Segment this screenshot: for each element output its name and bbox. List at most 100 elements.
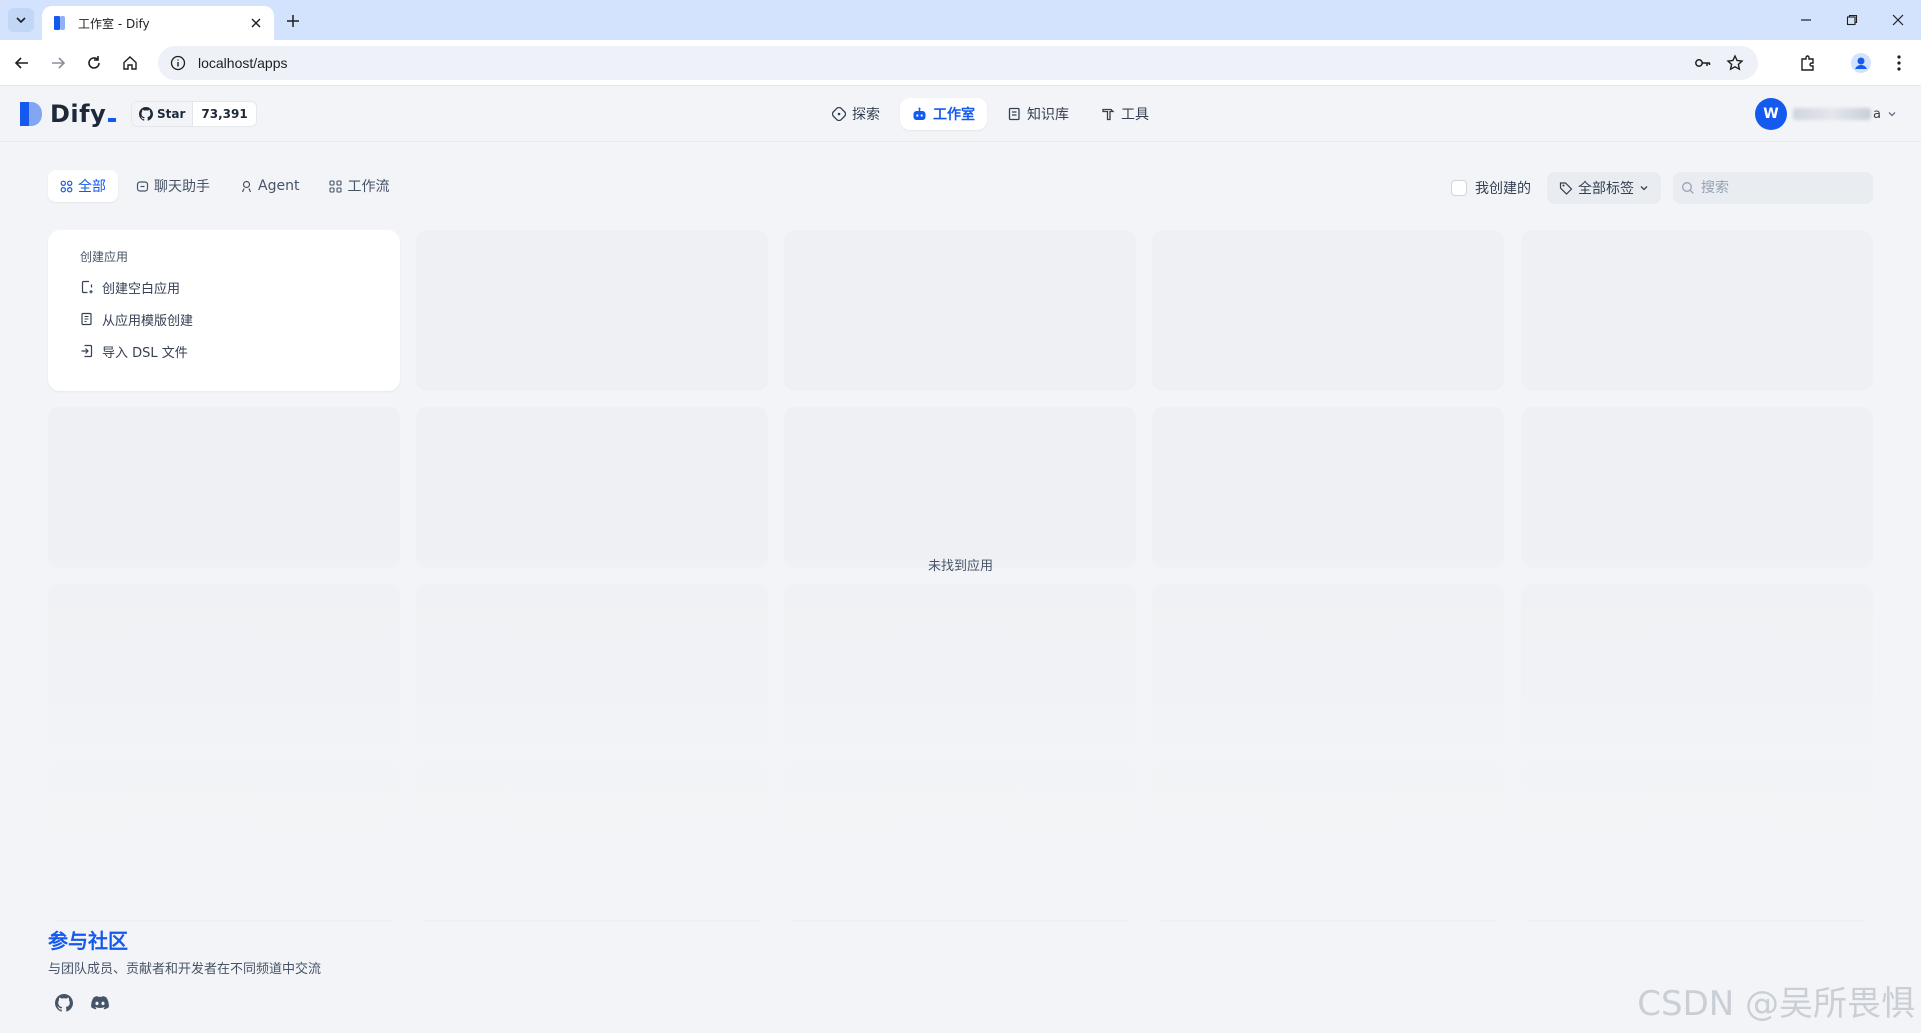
community-links — [54, 993, 321, 1013]
github-star-button[interactable]: Star — [132, 102, 193, 126]
file-template-icon — [80, 312, 94, 326]
github-star-count: 73,391 — [192, 102, 256, 126]
logo-text: Dify — [50, 100, 107, 128]
chevron-down-icon — [16, 17, 26, 24]
app-card-placeholder — [1152, 230, 1504, 391]
create-from-template-label: 从应用模版创建 — [102, 313, 194, 329]
app-card-placeholder — [784, 761, 1136, 922]
app-card-placeholder — [48, 407, 400, 568]
restore-icon — [1846, 14, 1858, 26]
dify-logo[interactable]: Dify — [18, 100, 117, 128]
url-text: localhost/apps — [198, 55, 288, 71]
github-icon[interactable] — [54, 993, 74, 1013]
minimize-button[interactable] — [1783, 0, 1829, 40]
back-button[interactable] — [10, 51, 34, 75]
app-card-placeholder — [1152, 407, 1504, 568]
import-dsl-file-label: 导入 DSL 文件 — [102, 345, 188, 361]
file-plus-icon — [80, 280, 94, 294]
user-name-redacted — [1793, 108, 1872, 120]
profile-icon — [1851, 53, 1871, 73]
discord-icon[interactable] — [90, 993, 110, 1013]
community-title: 参与社区 — [48, 929, 128, 953]
chevron-down-icon — [1888, 112, 1896, 117]
tab-search-button[interactable] — [8, 8, 34, 32]
agent-icon — [241, 180, 252, 192]
reload-button[interactable] — [82, 51, 106, 75]
arrow-left-icon — [14, 57, 28, 69]
home-button[interactable] — [118, 51, 142, 75]
close-window-button[interactable] — [1875, 0, 1921, 40]
tab-title: 工作室 - Dify — [78, 16, 150, 31]
created-by-me-checkbox[interactable] — [1451, 180, 1467, 196]
app-card-placeholder — [416, 761, 768, 922]
app-card-placeholder — [48, 761, 400, 922]
info-icon — [170, 55, 186, 71]
extensions-button[interactable] — [1796, 51, 1820, 75]
search-input[interactable] — [1701, 180, 1861, 196]
reload-icon — [88, 56, 100, 69]
robot-icon — [913, 107, 926, 120]
forward-button[interactable] — [46, 51, 70, 75]
nav-tools[interactable]: 工具 — [1089, 98, 1161, 130]
create-app-card: 创建应用 创建空白应用 从应用模版创建 导入 DSL 文件 — [48, 230, 400, 391]
create-app-title: 创建应用 — [80, 250, 129, 264]
plus-icon — [287, 15, 299, 27]
search-icon — [1682, 182, 1694, 194]
filter-tab-all-label: 全部 — [78, 179, 106, 195]
app-card-placeholder — [784, 584, 1136, 745]
nav-knowledge[interactable]: 知识库 — [995, 98, 1081, 130]
create-from-template[interactable]: 从应用模版创建 — [80, 309, 368, 329]
filter-tab-chat[interactable]: 聊天助手 — [124, 170, 222, 202]
tag-filter-select[interactable]: 全部标签 — [1547, 172, 1661, 204]
address-bar[interactable]: localhost/apps — [158, 46, 1758, 80]
filter-tab-agent[interactable]: Agent — [228, 170, 311, 202]
created-by-me-label: 我创建的 — [1475, 181, 1531, 197]
new-tab-button[interactable] — [282, 10, 304, 32]
browser-menu-button[interactable] — [1887, 51, 1911, 75]
app-card-placeholder — [784, 230, 1136, 391]
file-import-icon — [80, 344, 94, 358]
chevron-down-icon — [1640, 186, 1648, 191]
community-section: 参与社区 与团队成员、贡献者和开发者在不同频道中交流 — [48, 925, 321, 1013]
app-card-placeholder — [48, 584, 400, 745]
filter-tab-workflow-label: 工作流 — [347, 179, 390, 195]
minimize-icon — [1801, 19, 1811, 21]
restore-button[interactable] — [1829, 0, 1875, 40]
tab-close-icon[interactable] — [248, 15, 264, 31]
nav-explore[interactable]: 探索 — [820, 98, 892, 130]
user-menu[interactable]: W a — [1755, 98, 1897, 130]
browser-tab-active[interactable]: 工作室 - Dify — [42, 6, 274, 40]
grid-icon — [60, 180, 73, 192]
app-type-filter: 全部 聊天助手 Agent 工作流 — [48, 170, 401, 202]
nav-studio[interactable]: 工作室 — [900, 98, 987, 130]
chat-icon — [136, 180, 149, 192]
import-dsl-file[interactable]: 导入 DSL 文件 — [80, 341, 368, 361]
github-icon — [139, 107, 153, 121]
created-by-me-toggle[interactable]: 我创建的 — [1451, 178, 1531, 198]
app-card-placeholder — [416, 230, 768, 391]
user-name-suffix: a — [1873, 106, 1881, 122]
create-blank-app[interactable]: 创建空白应用 — [80, 277, 368, 297]
compass-icon — [832, 107, 846, 121]
user-name: a — [1793, 107, 1881, 122]
app-card-placeholder — [1152, 761, 1504, 922]
profile-button[interactable] — [1849, 51, 1873, 75]
bookmark-star-icon[interactable] — [1726, 54, 1744, 76]
nav-explore-label: 探索 — [852, 107, 880, 123]
more-vertical-icon — [1897, 55, 1901, 71]
tag-filter-label: 全部标签 — [1578, 181, 1634, 197]
tag-icon — [1559, 182, 1573, 195]
dify-logo-icon — [20, 102, 42, 126]
github-star-widget[interactable]: Star 73,391 — [131, 101, 257, 127]
app-card-placeholder — [1521, 584, 1873, 745]
github-star-label: Star — [157, 107, 186, 121]
password-key-icon[interactable] — [1694, 54, 1712, 76]
book-icon — [1008, 107, 1020, 121]
app-card-placeholder — [784, 407, 1136, 568]
browser-toolbar: localhost/apps — [0, 40, 1921, 86]
empty-state-text: 未找到应用 — [927, 559, 993, 574]
filter-tab-workflow[interactable]: 工作流 — [317, 170, 401, 202]
dify-favicon-icon — [54, 16, 65, 30]
filter-tab-all[interactable]: 全部 — [48, 170, 118, 202]
search-box[interactable] — [1673, 172, 1873, 204]
